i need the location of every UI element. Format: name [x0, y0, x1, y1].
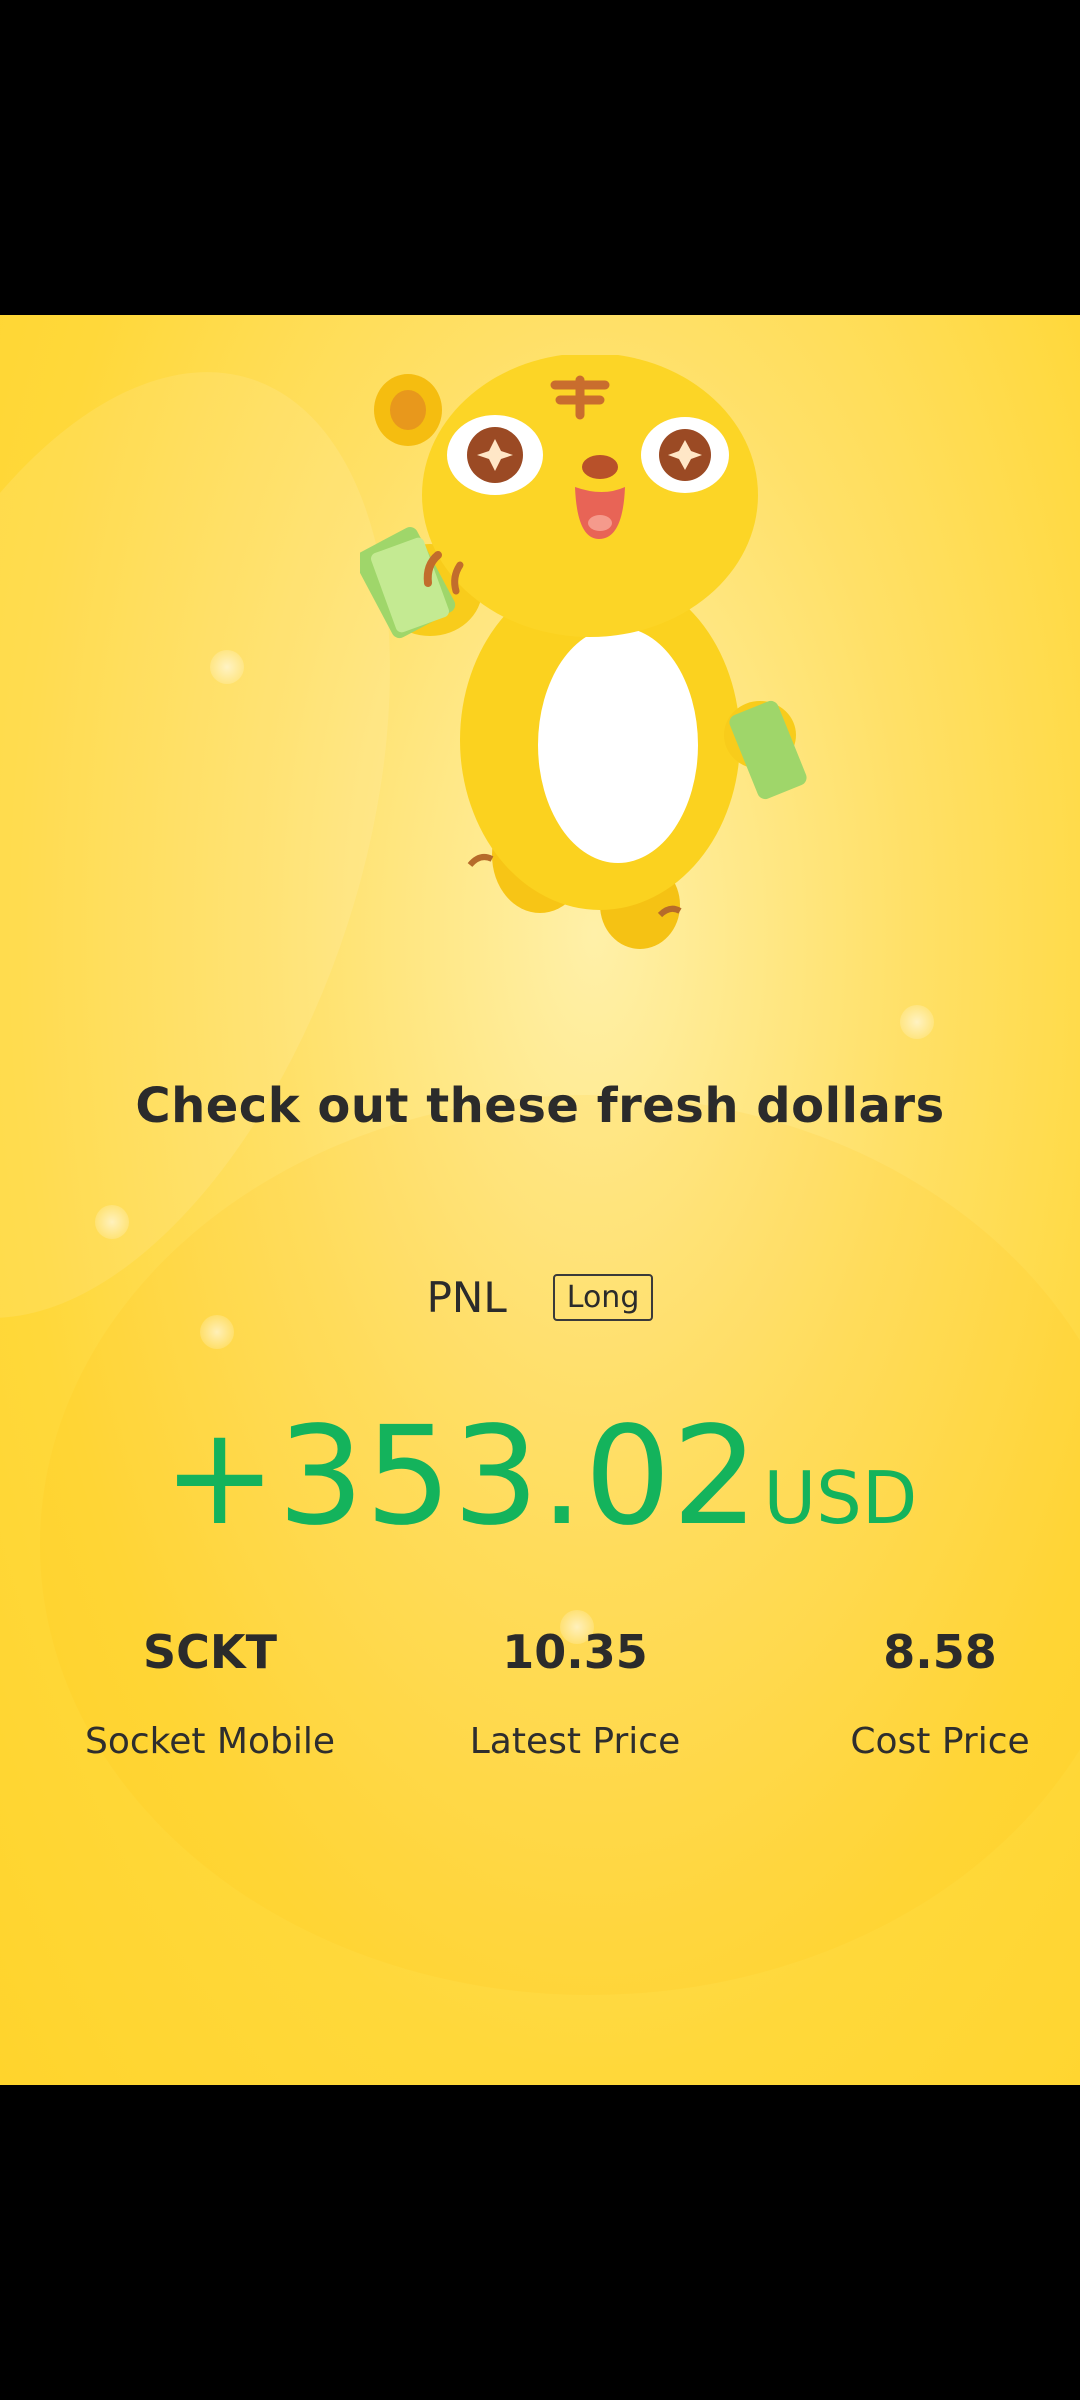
- headline: Check out these fresh dollars: [135, 1078, 945, 1134]
- stat-label: Socket Mobile: [84, 1721, 336, 1762]
- sparkle-icon: [900, 1005, 934, 1039]
- stat-label: Latest Price: [469, 1721, 681, 1762]
- pnl-amount: +353.02USD: [0, 1398, 1080, 1556]
- pnl-row: PNL Long: [0, 1273, 1080, 1322]
- share-card: Check out these fresh dollars PNL Long +…: [0, 315, 1080, 2085]
- stat-symbol: SCKT Socket Mobile: [30, 1625, 390, 1762]
- sparkle-icon: [210, 650, 244, 684]
- stat-value: SCKT: [143, 1625, 277, 1679]
- pnl-amount-value: +353.02: [162, 1398, 760, 1556]
- tiger-mascot-with-money-icon: [360, 355, 807, 949]
- stat-cost-price: 8.58 Cost Price: [760, 1625, 1080, 1762]
- stat-label: Cost Price: [850, 1721, 1030, 1762]
- stat-value: 8.58: [883, 1625, 997, 1679]
- stat-latest-price: 10.35 Latest Price: [395, 1625, 755, 1762]
- stat-value: 10.35: [502, 1625, 648, 1679]
- pnl-label: PNL: [426, 1273, 507, 1322]
- sparkle-icon: [95, 1205, 129, 1239]
- pnl-currency: USD: [763, 1456, 918, 1540]
- position-tag: Long: [552, 1274, 654, 1321]
